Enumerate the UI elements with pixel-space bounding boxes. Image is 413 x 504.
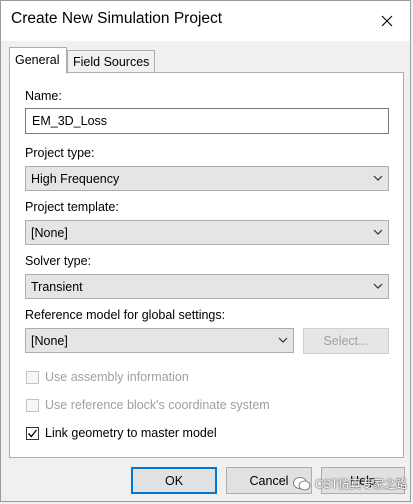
project-type-select[interactable]: High Frequency — [25, 166, 389, 191]
ok-button[interactable]: OK — [131, 467, 217, 494]
ok-button-label: OK — [164, 474, 184, 488]
reference-model-value: [None] — [31, 334, 68, 348]
tab-general[interactable]: General — [9, 47, 67, 74]
project-type-value: High Frequency — [31, 172, 120, 186]
checkbox-box — [26, 371, 39, 384]
reference-model-select[interactable]: [None] — [25, 328, 294, 353]
use-assembly-info-label: Use assembly information — [45, 370, 189, 384]
chevron-down-icon — [278, 337, 288, 343]
general-panel: Name: EM_3D_Loss Project type: High Freq… — [9, 72, 404, 458]
link-geometry-label: Link geometry to master model — [45, 426, 217, 440]
dialog-window: Create New Simulation Project General Fi… — [0, 0, 411, 502]
title-bar: Create New Simulation Project — [1, 1, 410, 41]
tab-general-label: General — [15, 53, 60, 67]
tab-field-sources-label: Field Sources — [73, 55, 150, 69]
name-label: Name: — [25, 89, 62, 103]
close-button[interactable] — [364, 1, 410, 41]
solver-type-label: Solver type: — [25, 254, 92, 268]
solver-type-value: Transient — [31, 280, 83, 294]
use-reference-block-label: Use reference block's coordinate system — [45, 398, 270, 412]
select-button[interactable]: Select... — [303, 328, 389, 354]
watermark: CST仿真专家之路 — [293, 473, 407, 495]
reference-model-label: Reference model for global settings: — [25, 308, 226, 322]
wechat-logo-icon — [293, 477, 311, 491]
window-title: Create New Simulation Project — [11, 10, 223, 27]
checkbox-box — [26, 399, 39, 412]
cancel-button-label: Cancel — [249, 474, 289, 488]
tab-field-sources[interactable]: Field Sources — [67, 50, 155, 72]
project-template-select[interactable]: [None] — [25, 220, 389, 245]
chevron-down-icon — [373, 229, 383, 235]
project-template-value: [None] — [31, 226, 68, 240]
checkmark-icon — [28, 429, 38, 438]
name-input[interactable]: EM_3D_Loss — [25, 108, 389, 134]
project-type-label: Project type: — [25, 146, 95, 160]
close-icon — [381, 15, 393, 27]
project-template-label: Project template: — [25, 200, 119, 214]
watermark-text: CST仿真专家之路 — [315, 479, 407, 491]
chevron-down-icon — [373, 175, 383, 181]
solver-type-select[interactable]: Transient — [25, 274, 389, 299]
checkbox-box — [26, 427, 39, 440]
name-input-value: EM_3D_Loss — [32, 114, 108, 128]
select-button-label: Select... — [323, 334, 369, 348]
chevron-down-icon — [373, 283, 383, 289]
